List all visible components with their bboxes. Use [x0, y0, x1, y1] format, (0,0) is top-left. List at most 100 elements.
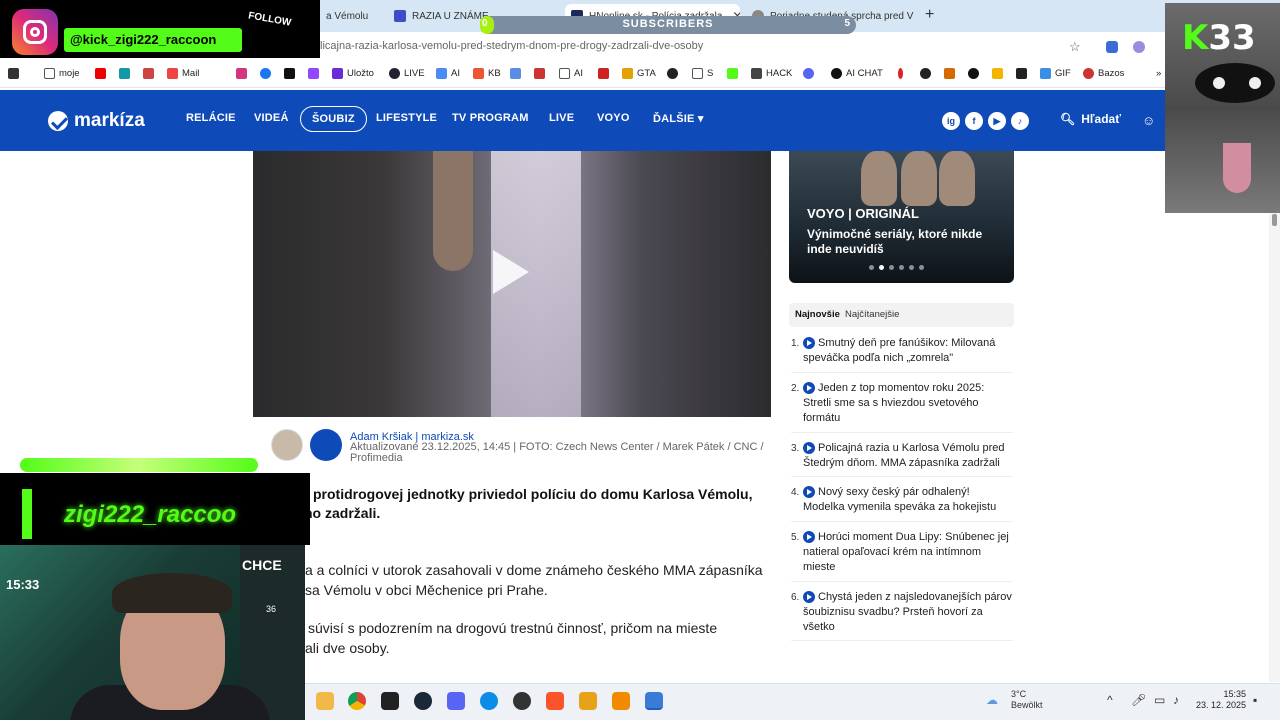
discord-icon[interactable]: [447, 692, 465, 710]
nav-dalsie[interactable]: ĎALŠIE ▾: [653, 112, 704, 125]
new-tab-icon[interactable]: +: [925, 6, 934, 24]
volume-icon[interactable]: ♪: [1173, 693, 1179, 707]
nav-soubiz[interactable]: ŠOUBIZ: [300, 106, 367, 132]
bookmark-icon[interactable]: [667, 68, 678, 79]
translate-extension-icon[interactable]: [1106, 41, 1118, 53]
facebook-icon[interactable]: f: [965, 112, 983, 130]
tab-most-read[interactable]: Najčítanejšie: [845, 309, 899, 320]
edge-icon[interactable]: [480, 692, 498, 710]
kick-handle: @kick_zigi222_raccoon: [64, 28, 242, 52]
youtube-bookmark-icon[interactable]: [95, 68, 106, 79]
brave-icon[interactable]: [546, 692, 564, 710]
steam-icon[interactable]: [414, 692, 432, 710]
tab-label: a Vémolu: [326, 10, 369, 22]
news-item[interactable]: 2. Jeden z top momentov roku 2025: Stretl…: [791, 381, 1013, 426]
overlay-progress-strip: [20, 458, 258, 472]
obs-icon[interactable]: [513, 692, 531, 710]
scrollbar-thumb[interactable]: [1272, 214, 1277, 226]
bookmark-icon[interactable]: [510, 68, 521, 79]
instagram-bookmark-icon[interactable]: [236, 68, 247, 79]
markiza-logo[interactable]: markíza: [48, 110, 145, 132]
carousel-dots[interactable]: [869, 265, 924, 270]
bookmark-s[interactable]: S: [692, 68, 713, 79]
notification-icon[interactable]: ▪: [1253, 693, 1257, 707]
bookmark-icon[interactable]: [944, 68, 955, 79]
divider: [791, 476, 1013, 477]
user-icon[interactable]: ☺: [1142, 113, 1155, 128]
facebook-bookmark-icon[interactable]: [260, 68, 271, 79]
youtube-icon[interactable]: ▶: [988, 112, 1006, 130]
bookmark-icon[interactable]: [898, 68, 903, 79]
bookmark-icon[interactable]: [534, 68, 545, 79]
bookmark-bazos[interactable]: Bazos: [1083, 68, 1124, 79]
bookmark-ai-chat[interactable]: AI CHAT: [831, 68, 883, 79]
kick-bookmark-icon[interactable]: [727, 68, 738, 79]
play-icon[interactable]: [493, 250, 529, 294]
close-tab-icon[interactable]: ✕: [378, 9, 380, 23]
nav-videa[interactable]: VIDEÁ: [254, 112, 289, 124]
search-button[interactable]: 🔍︎ Hľadať: [1060, 112, 1121, 126]
bookmark-icon[interactable]: [992, 68, 1003, 79]
network-icon[interactable]: ▭: [1154, 693, 1165, 707]
extension-icon[interactable]: [1133, 41, 1145, 53]
bookmark-ai[interactable]: AI: [436, 68, 460, 79]
app-icon[interactable]: [579, 692, 597, 710]
browser-tab[interactable]: a Vémolu ✕: [320, 4, 380, 28]
news-item[interactable]: 3. Policajná razia u Karlosa Vémolu pred …: [791, 441, 1013, 471]
bookmark-icon[interactable]: [803, 68, 814, 79]
chevron-up-icon[interactable]: ^: [1107, 693, 1113, 707]
bookmark-star-icon[interactable]: ☆: [1069, 39, 1081, 55]
news-item[interactable]: 6. Chystá jeden z najsledovanejších párov…: [791, 590, 1013, 635]
bookmark-icon[interactable]: [143, 68, 154, 79]
carousel-dot[interactable]: [919, 265, 924, 270]
bookmark-gta[interactable]: GTA: [622, 68, 656, 79]
carousel-dot-active[interactable]: [879, 265, 884, 270]
more-bookmarks-icon[interactable]: »: [1156, 68, 1161, 79]
carousel-dot[interactable]: [899, 265, 904, 270]
nav-voyo[interactable]: VOYO: [597, 112, 630, 124]
weather-icon[interactable]: ☁: [986, 693, 998, 707]
bookmark-icon[interactable]: [968, 68, 979, 79]
bookmark-ai-folder[interactable]: AI: [559, 68, 583, 79]
news-item[interactable]: 1. Smutný deň pre fanúšikov: Milovaná spe…: [791, 336, 1013, 366]
news-item[interactable]: 4. Nový sexy český pár odhalený! Modelka …: [791, 485, 1013, 515]
microphone-icon[interactable]: 🎤︎: [1131, 693, 1146, 707]
bookmark-moje[interactable]: moje: [44, 68, 80, 79]
nav-lifestyle[interactable]: LIFESTYLE: [376, 112, 437, 124]
twitch-bookmark-icon[interactable]: [308, 68, 319, 79]
nav-tv-program[interactable]: TV PROGRAM: [452, 112, 529, 124]
bookmark-icon[interactable]: [598, 68, 609, 79]
url-field[interactable]: licajna-razia-karlosa-vemolu-pred-stedry…: [320, 40, 703, 52]
apps-icon[interactable]: [8, 68, 19, 79]
nav-live[interactable]: LIVE: [549, 112, 574, 124]
nav-relacie[interactable]: RELÁCIE: [186, 112, 236, 124]
carousel-dot[interactable]: [889, 265, 894, 270]
bookmark-gif[interactable]: GIF: [1040, 68, 1071, 79]
carousel-dot[interactable]: [909, 265, 914, 270]
tiktok-icon[interactable]: ♪: [1011, 112, 1029, 130]
bookmark-icon[interactable]: [119, 68, 130, 79]
carousel-dot[interactable]: [869, 265, 874, 270]
bookmark-icon[interactable]: [1016, 68, 1027, 79]
instagram-icon[interactable]: ig: [942, 112, 960, 130]
page-scrollbar[interactable]: [1269, 210, 1280, 682]
app-icon[interactable]: [645, 692, 663, 710]
weather-widget[interactable]: 3°C Bewölkt: [1011, 689, 1043, 711]
play-icon: [803, 337, 815, 349]
article-paragraph: a a colníci v utorok zasahovali v dome z…: [305, 562, 763, 598]
bookmark-icon[interactable]: [920, 68, 931, 79]
taskbar-clock[interactable]: 15:35 23. 12. 2025: [1196, 689, 1246, 711]
bookmarks-bar: moje Mail Uložto LIVE AI KB AI GTA S HAC…: [0, 62, 1280, 88]
bookmark-ulozto[interactable]: Uložto: [332, 68, 374, 79]
tiktok-bookmark-icon[interactable]: [284, 68, 295, 79]
news-item[interactable]: 5. Horúci moment Dua Lipy: Snúbenec jej n…: [791, 530, 1013, 575]
bookmark-hack[interactable]: HACK: [751, 68, 792, 79]
file-explorer-icon[interactable]: [316, 692, 334, 710]
tab-newest[interactable]: Najnovšie: [795, 309, 840, 320]
bookmark-live[interactable]: LIVE: [389, 68, 425, 79]
bookmark-mail[interactable]: Mail: [167, 68, 199, 79]
epic-games-icon[interactable]: [381, 692, 399, 710]
vlc-icon[interactable]: [612, 692, 630, 710]
chrome-icon[interactable]: [348, 692, 366, 710]
bookmark-kb[interactable]: KB: [473, 68, 501, 79]
